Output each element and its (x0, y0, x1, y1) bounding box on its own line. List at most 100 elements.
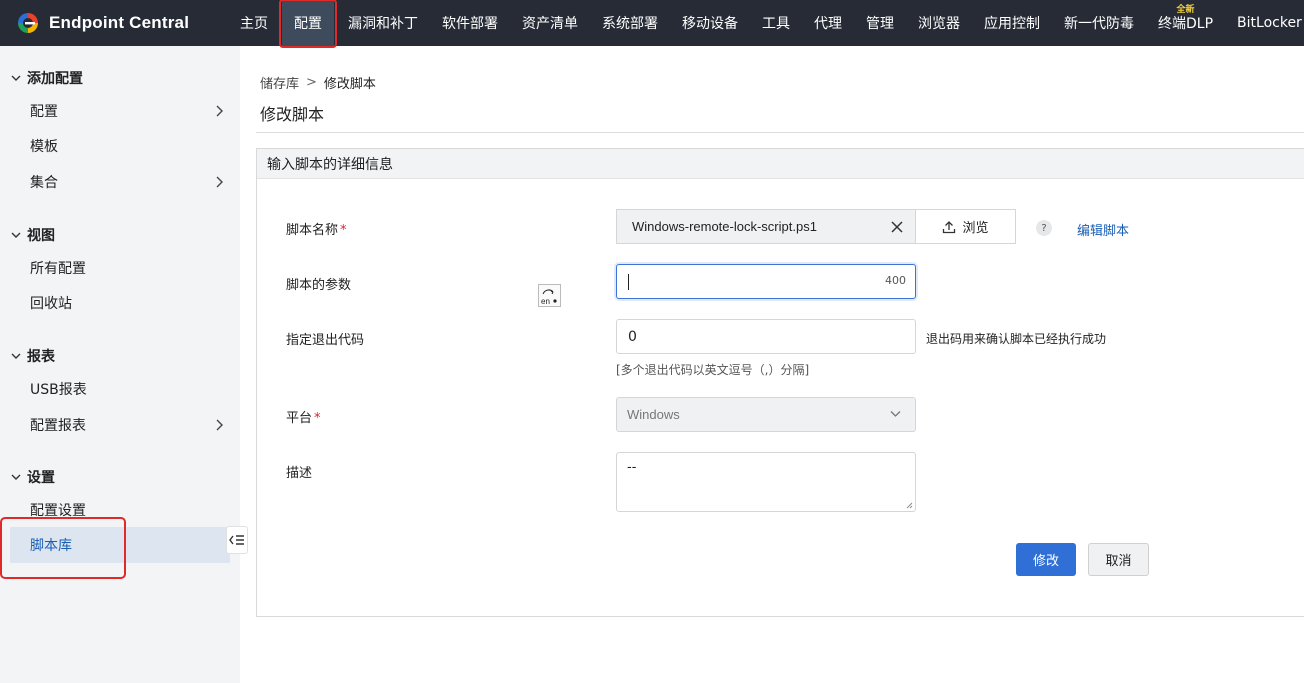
sidebar-section-settings[interactable]: 设置 (10, 467, 55, 487)
section-title: 报表 (27, 349, 55, 365)
sidebar-item-all-configurations[interactable]: 所有配置 (30, 258, 230, 278)
script-params-input[interactable]: 400 (616, 264, 916, 299)
nav-antivirus[interactable]: 新一代防毒 (1052, 0, 1146, 46)
sidebar-item-collections[interactable]: 集合 (30, 172, 230, 192)
collapse-sidebar-button[interactable] (226, 526, 248, 554)
sidebar-item-config-reports[interactable]: 配置报表 (30, 415, 230, 435)
nav-app-control[interactable]: 应用控制 (972, 0, 1052, 46)
nav-bitlocker[interactable]: BitLocker (1225, 0, 1304, 46)
nav-threats-patches[interactable]: 漏洞和补丁 (336, 0, 430, 46)
nav-label: 应用控制 (984, 16, 1040, 32)
brand[interactable]: Endpoint Central (0, 0, 228, 46)
sidebar-section-add-config[interactable]: 添加配置 (10, 68, 83, 88)
exit-code-note: 退出码用来确认脚本已经执行成功 (926, 332, 1107, 346)
nav-label: 移动设备 (682, 16, 738, 32)
upload-icon (943, 220, 956, 233)
sidebar-item-recycle-bin[interactable]: 回收站 (30, 293, 230, 313)
nav-mobile-devices[interactable]: 移动设备 (670, 0, 750, 46)
exit-code-input[interactable]: 0 (616, 319, 916, 354)
sidebar-item-label: 模板 (30, 139, 58, 155)
nav-tools[interactable]: 工具 (750, 0, 802, 46)
nav-os-deployment[interactable]: 系统部署 (590, 0, 670, 46)
browse-label: 浏览 (962, 221, 989, 236)
sidebar: 添加配置 配置 模板 集合 视图 所有配置 回收站 报表 USB报表 配置报表 … (0, 46, 248, 683)
nav-label: 新一代防毒 (1064, 16, 1134, 32)
label-text: 脚本名称 (286, 223, 339, 238)
page-title: 修改脚本 (260, 105, 325, 124)
chevron-down-icon (11, 232, 21, 238)
text-caret (628, 274, 629, 290)
nav-home[interactable]: 主页 (228, 0, 280, 46)
sidebar-section-reports[interactable]: 报表 (10, 346, 55, 366)
ime-text: en (541, 297, 550, 306)
nav-inventory[interactable]: 资产清单 (510, 0, 590, 46)
nav-label: BitLocker (1237, 15, 1302, 31)
top-navigation-bar: Endpoint Central 主页 配置 漏洞和补丁 软件部署 资产清单 系… (0, 0, 1304, 48)
chevron-down-icon (11, 474, 21, 480)
nav-label: 工具 (762, 16, 790, 32)
breadcrumb-parent-link[interactable]: 储存库 (260, 73, 299, 92)
chevron-right-icon (216, 419, 223, 431)
divider (256, 132, 1304, 133)
nav-label: 系统部署 (602, 16, 658, 32)
endpoint-central-logo-icon (18, 13, 38, 33)
nav-label: 代理 (814, 16, 842, 32)
platform-label: 平台 * (286, 407, 321, 426)
modify-button[interactable]: 修改 (1016, 543, 1076, 576)
sidebar-item-label: 所有配置 (30, 261, 86, 277)
nav-label: 配置 (294, 16, 322, 32)
label-text: 平台 (286, 411, 313, 426)
script-name-label: 脚本名称 * (286, 219, 347, 238)
nav-label: 漏洞和补丁 (348, 16, 418, 32)
edit-script-link[interactable]: 编辑脚本 (1077, 220, 1129, 239)
nav-label: 软件部署 (442, 16, 498, 32)
sidebar-item-label: 配置报表 (30, 418, 86, 434)
close-icon[interactable] (891, 221, 903, 233)
platform-value: Windows (627, 407, 680, 422)
char-counter: 400 (885, 274, 906, 287)
cancel-button[interactable]: 取消 (1088, 543, 1149, 576)
chevron-right-icon (216, 105, 223, 117)
exit-code-hint: [多个退出代码以英文逗号（,）分隔] (616, 363, 810, 377)
nav-label: 管理 (866, 16, 894, 32)
section-title: 设置 (27, 470, 55, 486)
exit-code-value: 0 (628, 328, 637, 345)
script-params-label: 脚本的参数 (286, 278, 352, 293)
sidebar-item-label: 集合 (30, 175, 58, 191)
main-nav: 主页 配置 漏洞和补丁 软件部署 资产清单 系统部署 移动设备 工具 代理 管理… (228, 0, 1304, 48)
sidebar-item-configurations[interactable]: 配置 (30, 101, 230, 121)
script-file-field[interactable]: Windows-remote-lock-script.ps1 (616, 209, 916, 244)
breadcrumb: 储存库 > 修改脚本 (260, 73, 376, 92)
chevron-down-icon (11, 75, 21, 81)
sidebar-item-label: 回收站 (30, 296, 72, 312)
sidebar-item-label: 配置 (30, 104, 58, 120)
chevron-down-icon (890, 411, 901, 417)
section-title: 添加配置 (27, 71, 83, 87)
sidebar-section-views[interactable]: 视图 (10, 225, 55, 245)
sidebar-item-label: USB报表 (30, 382, 87, 398)
browse-button[interactable]: 浏览 (915, 209, 1016, 244)
help-icon[interactable]: ? (1036, 220, 1052, 236)
resize-grip-icon[interactable] (906, 502, 913, 509)
nav-label: 资产清单 (522, 16, 578, 32)
nav-configuration[interactable]: 配置 (279, 0, 337, 48)
nav-admin[interactable]: 管理 (854, 0, 906, 46)
platform-select[interactable]: Windows (616, 397, 916, 432)
script-file-name: Windows-remote-lock-script.ps1 (632, 219, 817, 234)
nav-agent[interactable]: 代理 (802, 0, 854, 46)
nav-browsers[interactable]: 浏览器 (906, 0, 972, 46)
sidebar-item-usb-report[interactable]: USB报表 (30, 379, 230, 399)
nav-software-deployment[interactable]: 软件部署 (430, 0, 510, 46)
nav-label: 终端DLP (1158, 16, 1214, 32)
input-method-icon: en (538, 284, 561, 307)
description-textarea[interactable]: -- (616, 452, 916, 512)
breadcrumb-separator: > (306, 75, 317, 90)
nav-label: 浏览器 (918, 16, 960, 32)
new-badge: 全新 (1176, 5, 1195, 15)
sidebar-item-templates[interactable]: 模板 (30, 136, 230, 156)
breadcrumb-current: 修改脚本 (323, 77, 376, 92)
section-title: 视图 (27, 228, 55, 244)
exit-code-label: 指定退出代码 (286, 333, 365, 348)
nav-endpoint-dlp[interactable]: 全新 终端DLP (1146, 0, 1225, 46)
description-label: 描述 (286, 466, 313, 481)
